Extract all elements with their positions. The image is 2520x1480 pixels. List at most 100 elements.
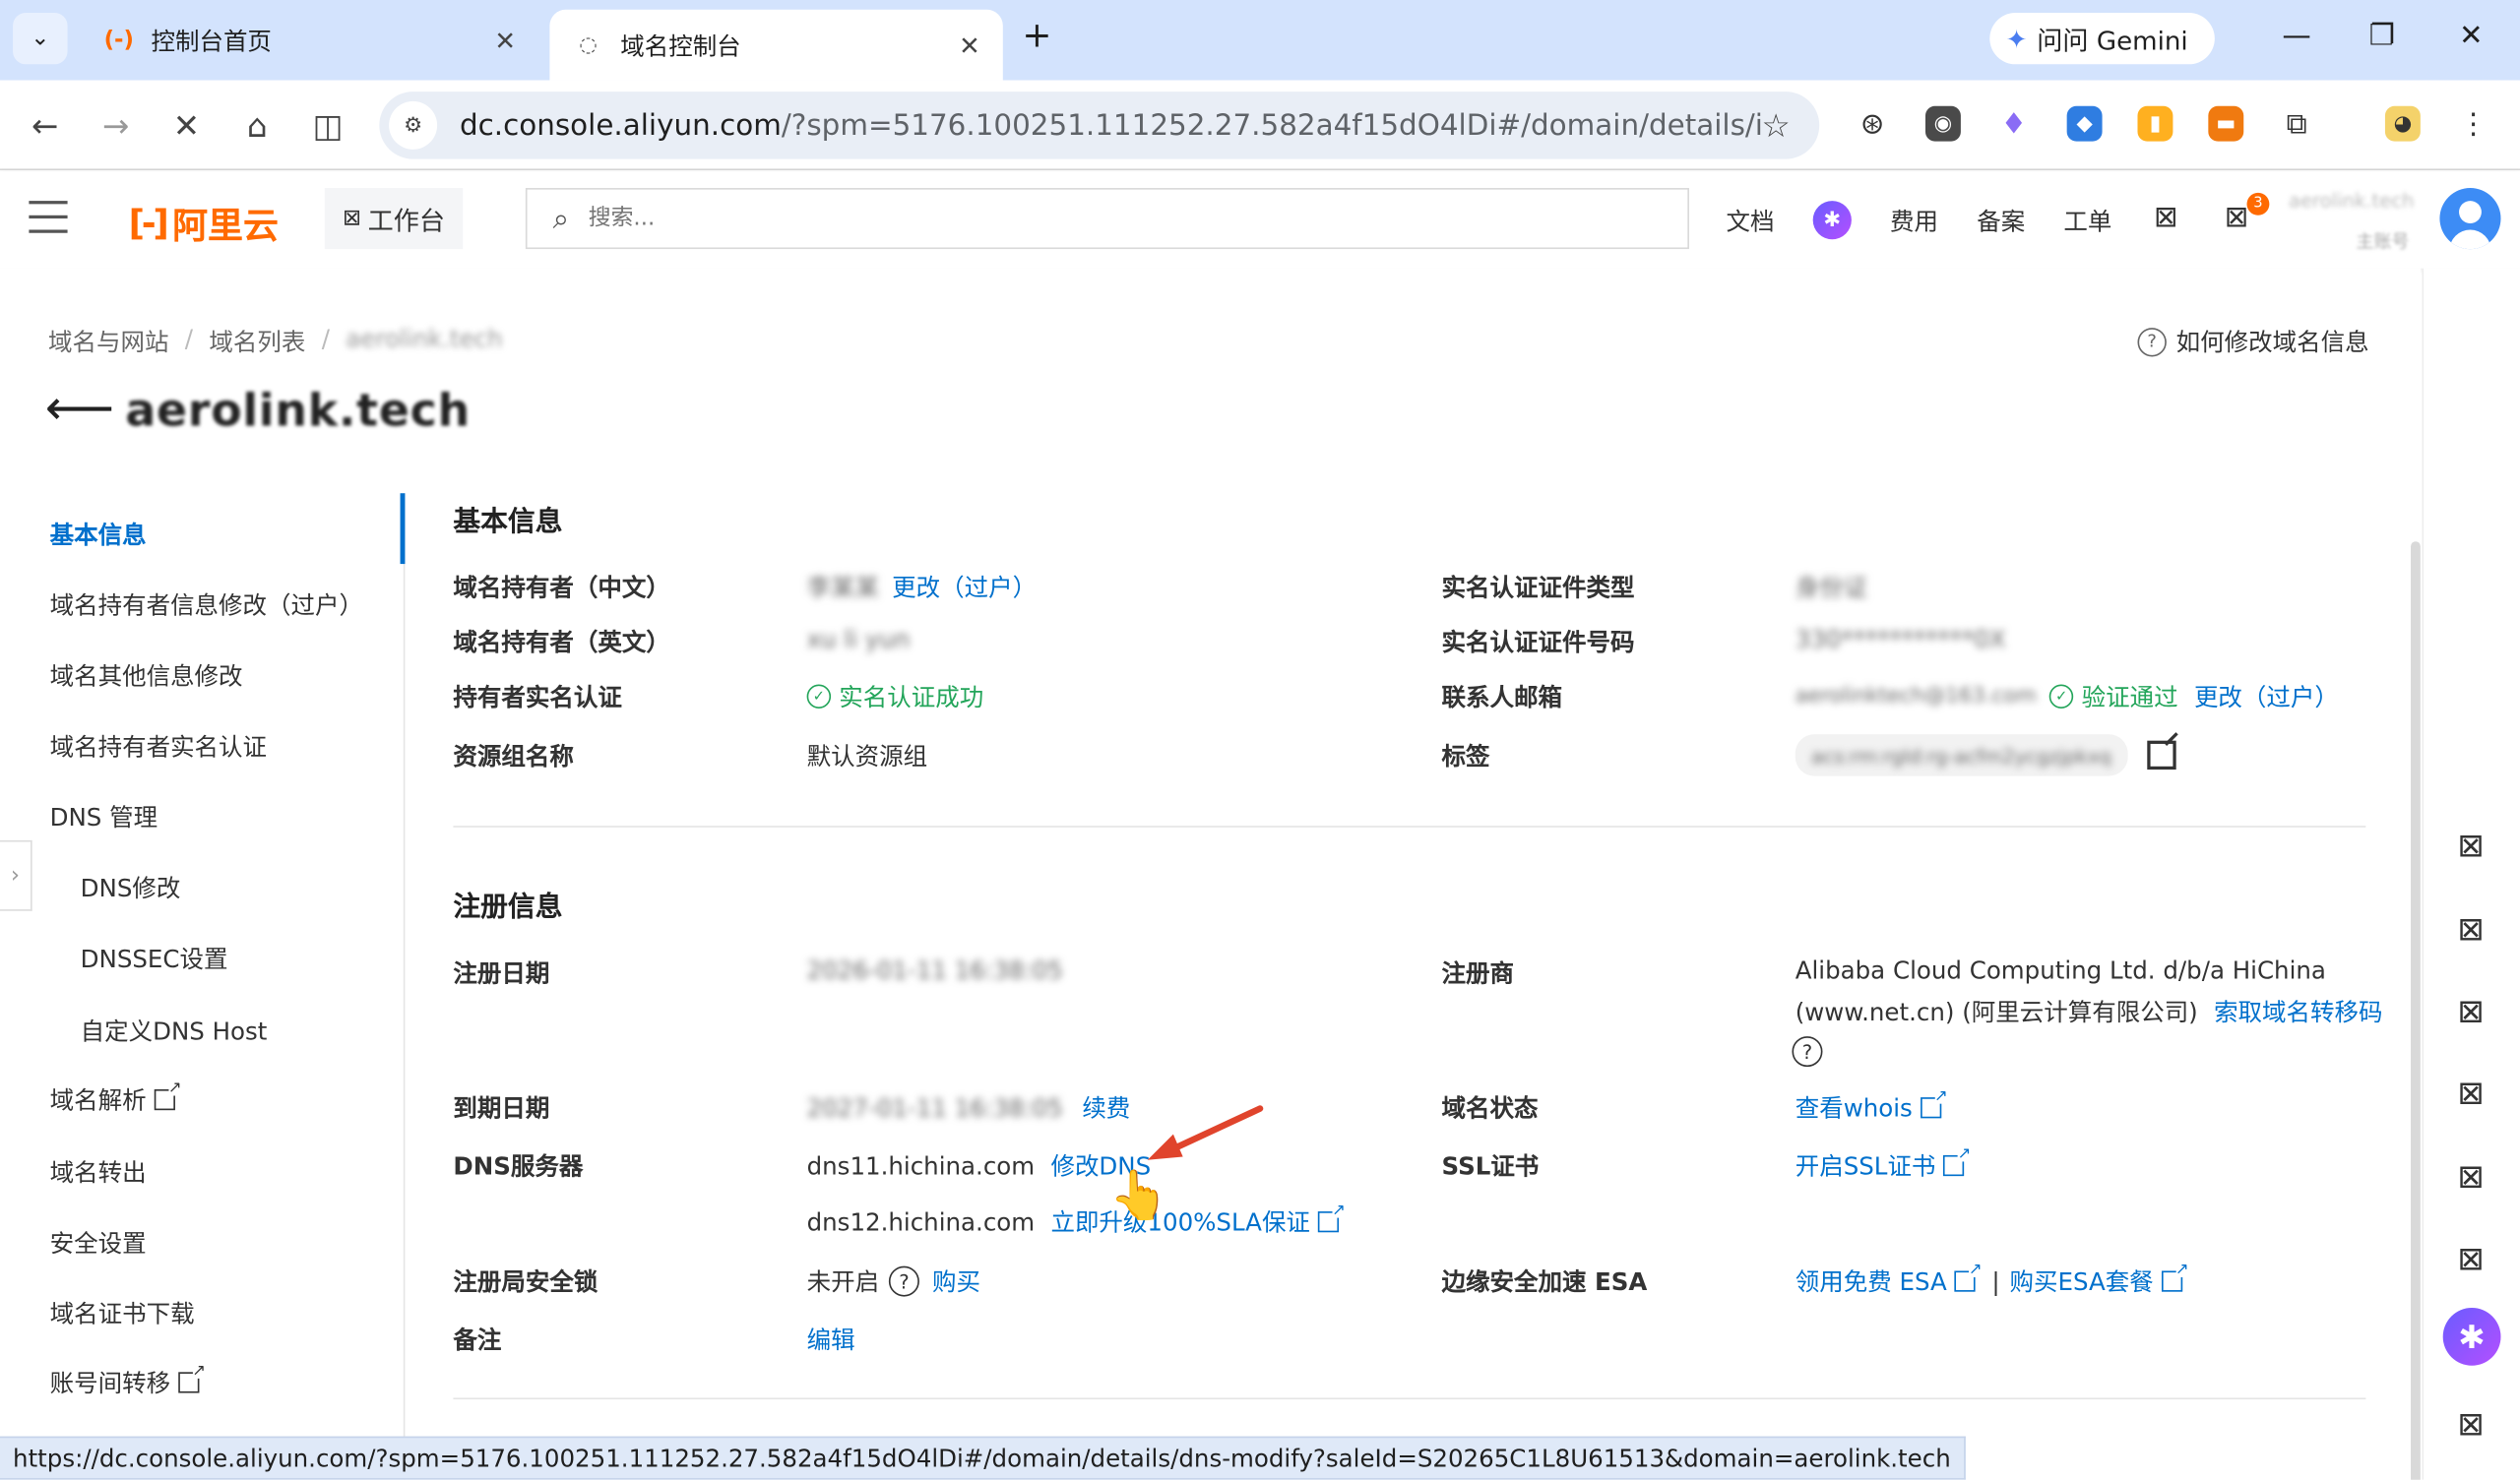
rail-tool-icon[interactable]: ⊠	[2457, 826, 2489, 864]
page-title: aerolink.tech	[125, 384, 471, 438]
sidebar-item-dns-modify[interactable]: DNS修改	[81, 871, 181, 904]
email-change-link[interactable]: 更改（过户）	[2194, 680, 2339, 713]
new-tab-button[interactable]: +	[1022, 16, 1051, 56]
sidebar-item-basic-info[interactable]: 基本信息	[50, 518, 147, 551]
search-input[interactable]	[588, 205, 1553, 232]
help-link[interactable]: ? 如何修改域名信息	[2137, 325, 2369, 358]
profile-avatar-icon[interactable]: ◕	[2384, 105, 2421, 142]
cert-type-value: 身份证	[1795, 573, 1868, 603]
whois-link[interactable]: 查看whois	[1796, 1087, 1948, 1125]
ai-assistant-icon[interactable]: ✱	[2442, 1308, 2501, 1366]
tab-search-dropdown[interactable]: ⌄	[13, 13, 68, 65]
external-link-icon	[178, 1363, 206, 1393]
esa-buy-link[interactable]: 购买ESA套餐	[2009, 1264, 2153, 1298]
rail-tool-icon[interactable]: ⊠	[2457, 909, 2489, 948]
holder-cn-change-link[interactable]: 更改（过户）	[892, 571, 1037, 604]
docs-link[interactable]: 文档	[1727, 204, 1775, 237]
menu-kebab-icon[interactable]: ⋮	[2456, 106, 2491, 142]
forward-icon[interactable]: →	[94, 102, 139, 148]
tab-console-home[interactable]: (-) 控制台首页 ✕	[81, 13, 538, 68]
sidebar-item-dnssec[interactable]: DNSSEC设置	[81, 942, 228, 975]
aliyun-logo[interactable]: [-] 阿里云	[129, 198, 279, 249]
chatgpt-extension-icon[interactable]: ⊛	[1855, 106, 1890, 142]
esa-free-link[interactable]: 领用免费 ESA	[1796, 1264, 1947, 1298]
note-edit-link[interactable]: 编辑	[807, 1323, 855, 1356]
email-value: aerolinktech@163.com	[1795, 684, 2037, 709]
divider	[453, 1397, 2366, 1400]
rail-tool-icon[interactable]: ⊠	[2457, 991, 2489, 1029]
window-close-icon[interactable]: ✕	[2459, 20, 2484, 53]
sidebar-collapse-toggle[interactable]: ›	[0, 839, 32, 911]
sidebar-item-realname[interactable]: 域名持有者实名认证	[50, 729, 267, 763]
sidebar-item-custom-dns-host[interactable]: 自定义DNS Host	[81, 1014, 268, 1047]
app-icon[interactable]: ⊠	[2154, 201, 2182, 234]
sidebar-item-dns-management[interactable]: DNS 管理	[50, 800, 158, 833]
renew-link[interactable]: 续费	[1082, 1091, 1130, 1125]
url-text[interactable]: dc.console.aliyun.com/?spm=5176.100251.1…	[460, 108, 1762, 142]
global-search[interactable]: ⌕	[525, 188, 1689, 250]
ticket-link[interactable]: 工单	[2063, 204, 2111, 237]
site-info-icon[interactable]: ⚙	[389, 100, 438, 150]
extension-icon[interactable]: ▮	[2137, 105, 2174, 142]
edit-tag-icon[interactable]	[2146, 740, 2176, 771]
restore-icon[interactable]: ❐	[2369, 20, 2395, 53]
group-value: 默认资源组	[806, 742, 928, 771]
check-circle-icon: ✓	[806, 684, 832, 709]
tag-pill: acs:rm:rgId:rg-acfm2ycgzjpkxq	[1795, 734, 2128, 776]
lock-buy-link[interactable]: 购买	[932, 1264, 980, 1298]
minimize-icon[interactable]: —	[2282, 20, 2310, 53]
bookmark-star-icon[interactable]: ☆	[1762, 106, 1791, 145]
address-bar[interactable]: ⚙ dc.console.aliyun.com/?spm=5176.100251…	[379, 92, 1820, 159]
ssl-link[interactable]: 开启SSL证书	[1796, 1145, 1972, 1182]
help-icon[interactable]: ?	[888, 1265, 919, 1297]
account-name[interactable]: aerolink.tech	[2289, 190, 2414, 213]
page-scrollbar[interactable]	[2411, 541, 2421, 1480]
avatar[interactable]	[2439, 188, 2501, 250]
rail-tool-icon[interactable]: ⊠	[2457, 1404, 2489, 1443]
tab-domain-console[interactable]: ◌ 域名控制台 ✕	[549, 9, 1003, 81]
link-status-bar: https://dc.console.aliyun.com/?spm=5176.…	[0, 1436, 1966, 1480]
sidebar-item-dns-resolve[interactable]: 域名解析	[50, 1079, 182, 1116]
extension-icon[interactable]: ▬	[2208, 105, 2244, 142]
stop-loading-icon[interactable]: ✕	[164, 102, 210, 148]
icp-link[interactable]: 备案	[1977, 204, 2025, 237]
help-icon[interactable]: ?	[1792, 1036, 1823, 1068]
close-icon[interactable]: ✕	[959, 30, 980, 60]
sidebar-item-other-info[interactable]: 域名其他信息修改	[50, 658, 243, 692]
rail-tool-icon[interactable]: ⊠	[2457, 1157, 2489, 1196]
extension-icon[interactable]: ◉	[1924, 105, 1961, 142]
upgrade-sla-link[interactable]: 立即升级100%SLA保证	[1050, 1205, 1309, 1239]
sidebar-item-security[interactable]: 安全设置	[50, 1226, 147, 1260]
menu-icon[interactable]	[29, 201, 68, 236]
console-top-nav: [-] 阿里云 ⊠ 工作台 ⌕ 文档 费用 备案 工单 ⊠ ⊠	[0, 171, 2520, 269]
sidebar-item-cert-download[interactable]: 域名证书下载	[50, 1297, 195, 1330]
external-link-icon	[1954, 1262, 1983, 1292]
holder-cn-row: 李某某 更改（过户）	[807, 571, 1038, 604]
rail-tool-icon[interactable]: ⊠	[2457, 1074, 2489, 1112]
breadcrumb-domains-websites[interactable]: 域名与网站	[48, 325, 168, 358]
loading-favicon-icon: ◌	[579, 32, 598, 57]
extension-icon[interactable]: ◆	[2066, 105, 2103, 142]
rail-tool-icon[interactable]: ⊠	[2457, 1239, 2489, 1277]
notification-badge: 3	[2246, 192, 2270, 216]
extension-icon[interactable]: ♦	[1996, 106, 2032, 142]
reg-date-value: 2026-01-11 16:38:05	[806, 956, 1063, 985]
sidebar-item-holder-change[interactable]: 域名持有者信息修改（过户）	[50, 588, 363, 622]
gemini-icon: ✦	[2005, 23, 2028, 54]
browser-tab-bar: ⌄ (-) 控制台首页 ✕ ◌ 域名控制台 ✕ + ✦ 问问 Gemini — …	[0, 0, 2520, 81]
split-view-icon[interactable]: ◫	[305, 102, 350, 148]
back-icon[interactable]: ←	[23, 102, 68, 148]
sidebar-item-account-transfer[interactable]: 账号间转移	[50, 1363, 206, 1399]
breadcrumb-domain-list[interactable]: 域名列表	[209, 325, 305, 358]
workbench-button[interactable]: ⊠ 工作台	[324, 188, 464, 250]
ai-assistant-icon[interactable]: ✱	[1812, 201, 1852, 240]
sidebar-item-transfer-out[interactable]: 域名转出	[50, 1155, 147, 1189]
esa-label: 边缘安全加速 ESA	[1441, 1267, 1648, 1297]
billing-link[interactable]: 费用	[1890, 204, 1938, 237]
gemini-button[interactable]: ✦ 问问 Gemini	[1989, 13, 2215, 65]
back-arrow-icon[interactable]: ⟵	[45, 381, 114, 437]
close-icon[interactable]: ✕	[494, 25, 516, 55]
home-icon[interactable]: ⌂	[234, 102, 280, 148]
extensions-puzzle-icon[interactable]: ⧉	[2279, 106, 2314, 142]
transfer-code-link[interactable]: 索取域名转移码	[2214, 995, 2382, 1028]
